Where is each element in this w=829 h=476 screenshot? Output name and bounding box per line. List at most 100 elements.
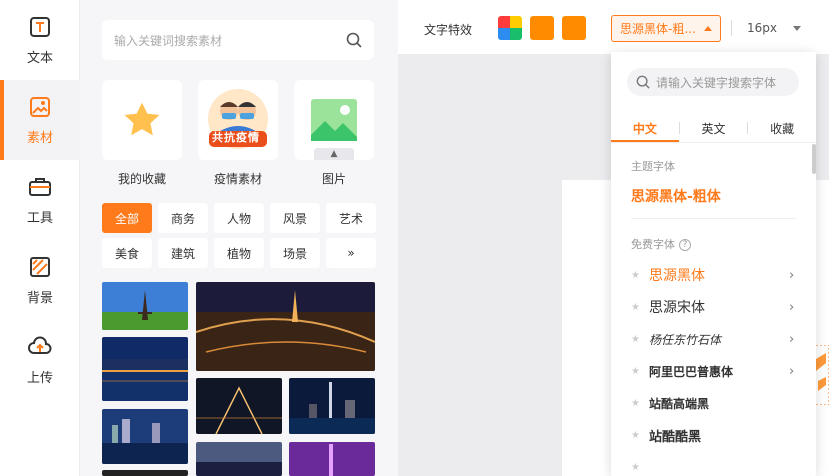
font-name: 站酷高端黑: [649, 396, 710, 411]
category-cards: 我的收藏 共抗疫情 疫情素材 ▲ 图片: [102, 80, 374, 186]
image-icon: [311, 99, 357, 141]
chevron-right-icon[interactable]: ›: [789, 300, 799, 315]
image-thumbnail-eiffel-day[interactable]: [102, 282, 188, 330]
star-icon: [124, 102, 160, 136]
star-icon[interactable]: ★: [631, 302, 649, 313]
chip-scenery[interactable]: 风景: [270, 203, 320, 233]
font-name: 杨任东竹石体: [649, 332, 722, 347]
material-icon: [30, 96, 50, 117]
rail-item-label: 上传: [26, 370, 53, 386]
section-divider: [631, 218, 796, 219]
font-item-partial[interactable]: ★: [631, 451, 799, 476]
font-search-input[interactable]: 请输入关键字搜索字体: [656, 74, 776, 91]
font-name: 思源黑体: [649, 268, 705, 284]
free-font-heading: 免费字体?: [631, 236, 691, 252]
text-icon: [30, 16, 50, 37]
image-thumbnail-purple-tower[interactable]: [289, 442, 375, 476]
material-search[interactable]: 输入关键词搜索素材: [102, 20, 374, 60]
rail-item-text[interactable]: 文本: [0, 0, 80, 80]
caret-up-icon: [704, 26, 712, 31]
chevron-up-icon[interactable]: ▲: [314, 148, 354, 160]
search-icon: [636, 75, 650, 89]
image-thumbnail-skyline[interactable]: [102, 409, 188, 464]
upload-cloud-icon: [28, 336, 52, 354]
font-family-value: 思源黑体-粗...: [620, 22, 696, 36]
card-label: 疫情素材: [213, 172, 262, 186]
image-thumbnail-night-road[interactable]: [196, 442, 282, 476]
font-size-select[interactable]: 16px: [747, 21, 777, 35]
search-icon[interactable]: [346, 32, 362, 48]
epidemic-badge: 共抗疫情: [212, 131, 260, 144]
chevron-right-icon[interactable]: ›: [789, 364, 799, 379]
card-images[interactable]: ▲ 图片: [294, 80, 374, 186]
rail-item-label: 背景: [26, 290, 53, 306]
chip-more[interactable]: »: [326, 238, 376, 268]
rail-item-upload[interactable]: 上传: [0, 320, 80, 400]
rail-item-background[interactable]: 背景: [0, 240, 80, 320]
chevron-right-icon[interactable]: ›: [789, 268, 799, 283]
text-toolbar: 文字特效 思源黑体-粗... 16px: [398, 0, 829, 55]
font-name: 阿里巴巴普惠体: [649, 364, 734, 379]
theme-font-item[interactable]: 思源黑体-粗体: [631, 186, 721, 206]
image-thumbnail-toronto[interactable]: [289, 378, 375, 434]
left-rail: 文本 素材 工具 背景 上传: [0, 0, 80, 476]
star-icon[interactable]: ★: [631, 430, 649, 441]
theme-font-heading: 主题字体: [631, 160, 675, 173]
card-label: 图片: [321, 172, 346, 186]
image-thumbnail-city-harbor[interactable]: [102, 337, 188, 401]
rail-item-tools[interactable]: 工具: [0, 160, 80, 240]
font-item[interactable]: ★ 站酷酷黑: [631, 419, 799, 451]
rail-item-label: 素材: [26, 130, 53, 146]
font-family-select[interactable]: 思源黑体-粗...: [611, 15, 721, 42]
chip-plants[interactable]: 植物: [214, 238, 264, 268]
chip-all[interactable]: 全部: [102, 203, 152, 233]
tabs-divider: [611, 142, 816, 143]
epidemic-illustration-icon: [208, 89, 268, 149]
card-favorites[interactable]: 我的收藏: [102, 80, 182, 186]
free-font-heading-text: 免费字体: [631, 238, 675, 251]
dropdown-scrollbar[interactable]: [812, 144, 816, 174]
font-search[interactable]: 请输入关键字搜索字体: [627, 68, 799, 96]
text-effect-button[interactable]: 文字特效: [424, 21, 472, 38]
multicolor-swatch[interactable]: [498, 16, 522, 40]
color-swatch-fill[interactable]: [530, 16, 554, 40]
chip-food[interactable]: 美食: [102, 238, 152, 268]
star-icon[interactable]: ★: [631, 334, 649, 345]
font-dropdown: 请输入关键字搜索字体 中文 英文 收藏 主题字体 思源黑体-粗体 免费字体? ★…: [611, 52, 816, 476]
star-icon[interactable]: ★: [631, 366, 649, 377]
star-icon[interactable]: ★: [631, 270, 649, 281]
chip-business[interactable]: 商务: [158, 203, 208, 233]
color-swatch-stroke[interactable]: [562, 16, 586, 40]
tab-chinese[interactable]: 中文: [611, 120, 679, 137]
toolbox-icon: [29, 177, 51, 196]
chip-art[interactable]: 艺术: [326, 203, 376, 233]
chip-people[interactable]: 人物: [214, 203, 264, 233]
tab-favorites[interactable]: 收藏: [748, 120, 816, 137]
card-epidemic[interactable]: 共抗疫情 疫情素材: [198, 80, 278, 186]
rail-item-label: 工具: [26, 210, 53, 226]
image-thumbnail-dark[interactable]: [102, 470, 188, 476]
chevron-right-icon[interactable]: ›: [789, 332, 799, 347]
background-icon: [30, 256, 50, 277]
font-item[interactable]: ★ 杨任东竹石体 ›: [631, 323, 799, 355]
font-item[interactable]: ★ 阿里巴巴普惠体 ›: [631, 355, 799, 387]
star-icon[interactable]: ★: [631, 398, 649, 409]
image-thumbnail-paris-night[interactable]: [196, 282, 375, 371]
chip-architecture[interactable]: 建筑: [158, 238, 208, 268]
search-input[interactable]: 输入关键词搜索素材: [114, 32, 346, 49]
font-item[interactable]: ★ 站酷高端黑: [631, 387, 799, 419]
image-thumbnail-city-lights[interactable]: [196, 378, 282, 434]
card-label: 我的收藏: [117, 172, 166, 186]
caret-down-icon[interactable]: [793, 26, 801, 31]
help-icon[interactable]: ?: [679, 239, 691, 251]
font-item[interactable]: ★ 思源宋体 ›: [631, 291, 799, 323]
star-icon[interactable]: ★: [631, 462, 649, 473]
category-chips: 全部 商务 人物 风景 艺术 美食 建筑 植物 场景 »: [102, 203, 378, 268]
rail-item-material[interactable]: 素材: [0, 80, 80, 160]
font-item[interactable]: ★ 思源黑体 ›: [631, 259, 799, 291]
tab-english[interactable]: 英文: [680, 120, 748, 137]
rail-item-label: 文本: [26, 50, 53, 66]
font-name: 思源宋体: [649, 300, 705, 316]
material-panel: 输入关键词搜索素材 我的收藏 共抗疫情 疫情素材 ▲ 图片 全部 商务 人物 风…: [80, 0, 398, 476]
chip-scenes[interactable]: 场景: [270, 238, 320, 268]
